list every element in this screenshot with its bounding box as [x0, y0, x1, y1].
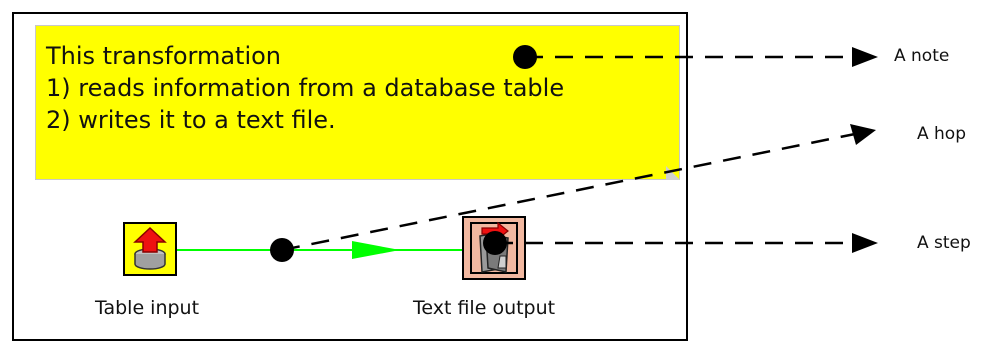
step-callout-arrow-icon: [852, 233, 878, 253]
diagram-overlay: [177, 45, 878, 262]
hop-callout: [270, 124, 876, 262]
hop-marker-dot: [270, 238, 294, 262]
note-callout: [513, 45, 878, 69]
hop-arrow-icon: [352, 241, 400, 259]
step-callout: [483, 231, 878, 255]
step-callout-label: A step: [917, 233, 971, 253]
note-callout-label: A note: [894, 46, 950, 66]
step-marker-dot: [483, 231, 507, 255]
hop-callout-arrow-icon: [850, 124, 876, 145]
hop-connection[interactable]: [177, 241, 462, 259]
note-marker-dot: [513, 45, 537, 69]
note-callout-arrow-icon: [852, 47, 878, 67]
hop-callout-label: A hop: [917, 124, 966, 144]
